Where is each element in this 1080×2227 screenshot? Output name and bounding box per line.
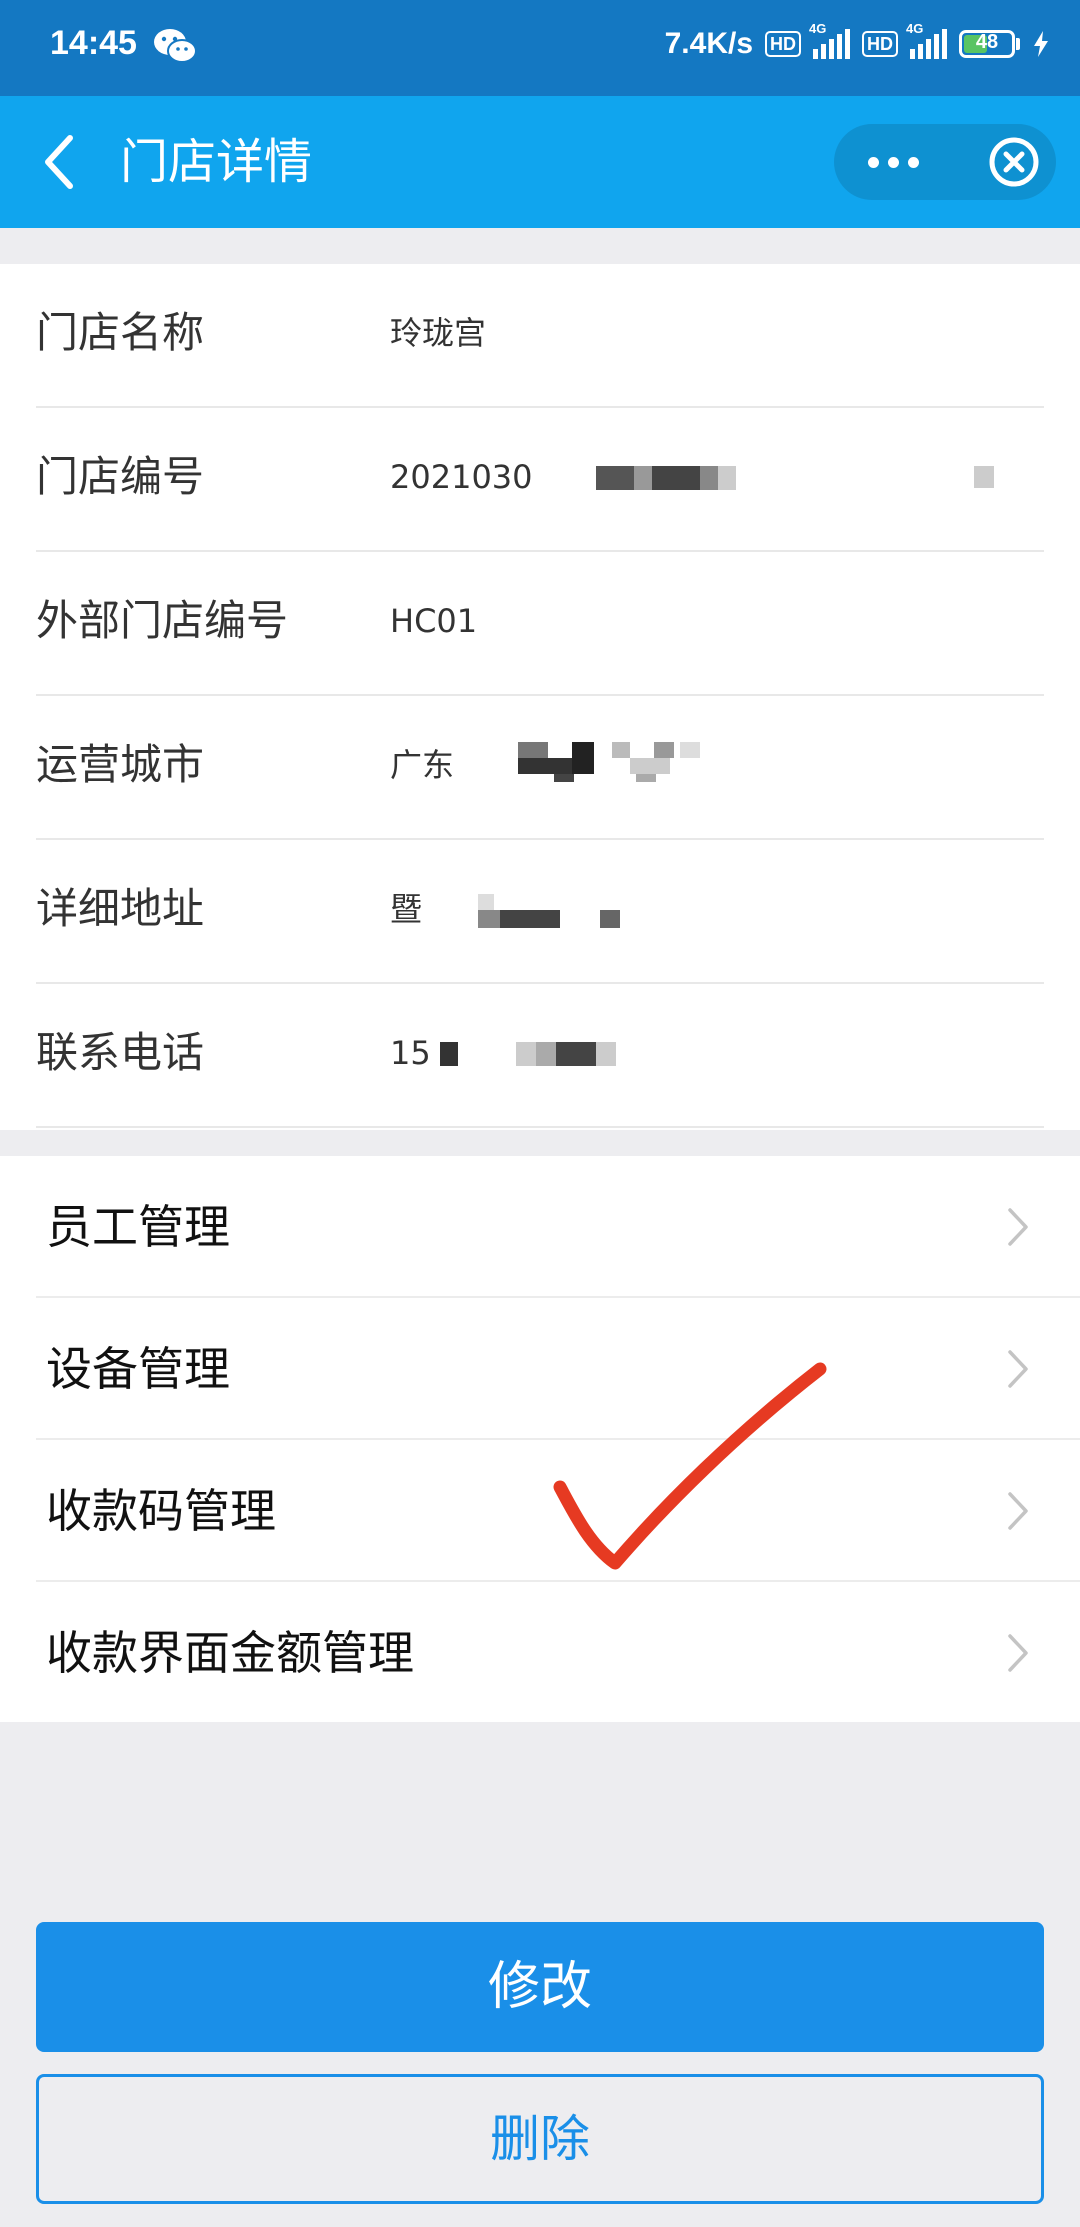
- redacted-mosaic: [518, 742, 700, 782]
- close-icon[interactable]: [972, 124, 1056, 200]
- phone-value: 15: [390, 1034, 431, 1072]
- menu-item-label: 设备管理: [46, 1342, 230, 1396]
- redacted-mosaic: [596, 466, 736, 490]
- store-name-label: 门店名称: [36, 308, 205, 357]
- hd-badge-2: HD: [862, 31, 898, 57]
- city-label: 运营城市: [36, 740, 205, 789]
- menu-item-payment-amount[interactable]: 收款界面金额管理: [0, 1582, 1080, 1724]
- info-row-external-number: 外部门店编号 HC01: [0, 552, 1080, 696]
- external-number-value: HC01: [390, 602, 478, 640]
- redacted-mosaic: [974, 466, 994, 488]
- delete-button[interactable]: 删除: [36, 2074, 1044, 2204]
- charging-icon: [1034, 31, 1048, 57]
- address-value: 暨: [390, 890, 423, 928]
- hd-badge: HD: [765, 31, 801, 57]
- page-title: 门店详情: [120, 134, 313, 190]
- store-name-value: 玲珑宫: [390, 314, 487, 352]
- info-row-store-name: 门店名称 玲珑宫: [0, 264, 1080, 408]
- battery-icon: 48: [959, 30, 1020, 58]
- menu-item-label: 收款码管理: [46, 1484, 276, 1538]
- chevron-right-icon: [1008, 1350, 1028, 1388]
- divider: [36, 1126, 1044, 1128]
- menu-item-devices[interactable]: 设备管理: [0, 1298, 1080, 1440]
- network-speed: 7.4K/s: [664, 27, 753, 60]
- external-number-label: 外部门店编号: [36, 596, 289, 645]
- store-info-card: 门店名称 玲珑宫 门店编号 2021030 外部门店编号 HC01 运营城市 广…: [0, 264, 1080, 1130]
- phone-label: 联系电话: [36, 1028, 205, 1077]
- more-icon[interactable]: [834, 124, 952, 200]
- edit-button[interactable]: 修改: [36, 1922, 1044, 2052]
- signal-icon-2: 4G: [906, 21, 947, 59]
- menu-item-staff[interactable]: 员工管理: [0, 1156, 1080, 1298]
- redacted-mosaic: [478, 894, 620, 928]
- info-row-store-number: 门店编号 2021030: [0, 408, 1080, 552]
- info-row-city: 运营城市 广东: [0, 696, 1080, 840]
- chevron-right-icon: [1008, 1634, 1028, 1672]
- chevron-right-icon: [1008, 1492, 1028, 1530]
- back-icon[interactable]: [38, 132, 82, 192]
- city-value: 广东: [390, 746, 455, 784]
- battery-level: 48: [975, 31, 999, 53]
- address-label: 详细地址: [36, 884, 205, 933]
- signal-icon: 4G: [809, 21, 850, 59]
- chevron-right-icon: [1008, 1208, 1028, 1246]
- redacted-mosaic: [440, 1042, 616, 1066]
- status-time: 14:45: [50, 24, 137, 62]
- status-bar: 14:45 7.4K/s HD 4G HD 4G 48: [0, 0, 1080, 96]
- management-menu: 员工管理 设备管理 收款码管理 收款界面金额管理: [0, 1156, 1080, 1722]
- network-type-2: 4G: [906, 21, 924, 36]
- menu-item-label: 收款界面金额管理: [46, 1626, 414, 1680]
- menu-item-label: 员工管理: [46, 1200, 230, 1254]
- wechat-icon: [154, 29, 197, 63]
- info-row-phone: 联系电话 15: [0, 984, 1080, 1128]
- info-row-address: 详细地址 暨: [0, 840, 1080, 984]
- store-number-value: 2021030: [390, 458, 533, 496]
- nav-bar: 门店详情: [0, 96, 1080, 228]
- store-number-label: 门店编号: [36, 452, 205, 501]
- menu-item-payment-code[interactable]: 收款码管理: [0, 1440, 1080, 1582]
- mini-program-capsule: [834, 124, 1056, 200]
- network-type: 4G: [809, 21, 827, 36]
